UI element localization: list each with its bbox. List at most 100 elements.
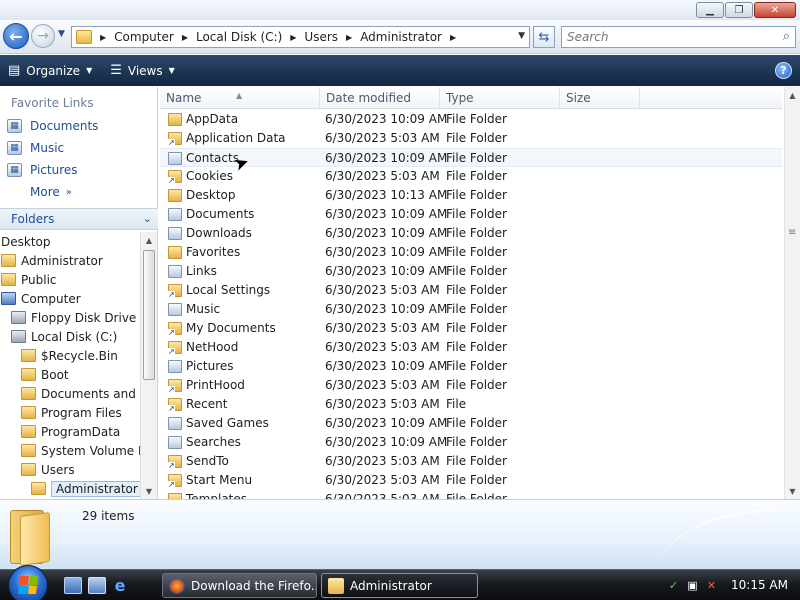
favorite-link-label: Documents: [30, 119, 99, 133]
search-icon[interactable]: ⌕: [783, 29, 790, 44]
organize-button[interactable]: ▤ Organize ▼: [8, 63, 92, 78]
tree-item[interactable]: Public: [0, 270, 140, 289]
network-icon[interactable]: ▣: [685, 578, 700, 593]
scroll-up-icon[interactable]: ▲: [785, 87, 800, 103]
show-desktop-icon[interactable]: [64, 577, 82, 594]
special-folder-icon: [168, 227, 182, 240]
cell-date: 6/30/2023 10:09 AM: [325, 435, 448, 449]
search-input[interactable]: [567, 30, 767, 44]
more-links-button[interactable]: More »: [0, 181, 157, 203]
close-button[interactable]: ✕: [754, 2, 796, 18]
breadcrumb-item[interactable]: Computer: [114, 30, 174, 44]
table-row[interactable]: NetHood 6/30/2023 5:03 AM File Folder: [160, 338, 782, 357]
tree-item[interactable]: Administrator: [0, 479, 140, 498]
table-row[interactable]: Contacts 6/30/2023 10:09 AM File Folder: [160, 148, 782, 167]
chevron-right-icon[interactable]: ▶: [450, 33, 456, 42]
cell-type: File Folder: [446, 416, 507, 430]
drive-icon: [11, 311, 26, 324]
table-row[interactable]: Music 6/30/2023 10:09 AM File Folder: [160, 300, 782, 319]
cell-type: File Folder: [446, 283, 507, 297]
address-dropdown-icon[interactable]: ▼: [518, 31, 525, 41]
table-row[interactable]: Searches 6/30/2023 10:09 AM File Folder: [160, 433, 782, 452]
chevron-right-icon[interactable]: ▶: [182, 33, 188, 42]
taskbar-button[interactable]: Download the Firefo...: [162, 573, 317, 598]
table-row[interactable]: Application Data 6/30/2023 5:03 AM File Fo…: [160, 129, 782, 148]
back-button[interactable]: ←: [3, 23, 29, 49]
breadcrumb-item[interactable]: Local Disk (C:): [196, 30, 282, 44]
column-header-size[interactable]: Size: [560, 87, 640, 109]
clock[interactable]: 10:15 AM: [731, 578, 788, 592]
views-button[interactable]: ☰ Views ▼: [110, 63, 175, 78]
shortcut-folder-icon: [168, 284, 182, 299]
start-button[interactable]: [8, 565, 48, 600]
scroll-down-icon[interactable]: ▼: [785, 483, 800, 499]
table-row[interactable]: AppData 6/30/2023 10:09 AM File Folder: [160, 110, 782, 129]
maximize-button[interactable]: ❐: [725, 2, 753, 18]
tree-item[interactable]: Local Disk (C:): [0, 327, 140, 346]
chevron-right-icon[interactable]: ▶: [100, 33, 106, 42]
favorite-link-documents[interactable]: ▦ Documents: [0, 115, 157, 137]
table-row[interactable]: Links 6/30/2023 10:09 AM File Folder: [160, 262, 782, 281]
search-box[interactable]: ⌕: [561, 26, 796, 48]
favorite-link-pictures[interactable]: ▦ Pictures: [0, 159, 157, 181]
tree-item-label: $Recycle.Bin: [41, 348, 118, 363]
table-row[interactable]: Start Menu 6/30/2023 5:03 AM File Folder: [160, 471, 782, 490]
file-list-scrollbar[interactable]: ▲ ≡ ▼: [784, 87, 800, 499]
address-bar[interactable]: ▶ Computer ▶ Local Disk (C:) ▶ Users ▶ Administ…: [71, 26, 530, 48]
scroll-thumb[interactable]: [143, 250, 155, 380]
scroll-up-icon[interactable]: ▲: [141, 232, 157, 248]
shortcut-folder-icon: [168, 379, 182, 394]
volume-muted-icon[interactable]: ✕: [704, 578, 719, 593]
folder-tree-scrollbar[interactable]: ▲ ▼: [140, 232, 157, 499]
switch-windows-icon[interactable]: [88, 577, 106, 594]
tree-item[interactable]: Documents and Settings: [0, 384, 140, 403]
network-check-icon[interactable]: ✓: [666, 578, 681, 593]
taskbar-button[interactable]: Administrator: [321, 573, 478, 598]
table-row[interactable]: Recent 6/30/2023 5:03 AM File: [160, 395, 782, 414]
column-header-date[interactable]: Date modified: [320, 87, 440, 109]
forward-button[interactable]: →: [31, 24, 55, 48]
breadcrumb-item[interactable]: Users: [304, 30, 338, 44]
recent-pages-dropdown[interactable]: ▼: [58, 29, 65, 39]
column-header-type[interactable]: Type: [440, 87, 560, 109]
column-header-name[interactable]: Name ▲: [160, 87, 320, 109]
table-row[interactable]: Downloads 6/30/2023 10:09 AM File Folder: [160, 224, 782, 243]
table-row[interactable]: Desktop 6/30/2023 10:13 AM File Folder: [160, 186, 782, 205]
table-row[interactable]: Cookies 6/30/2023 5:03 AM File Folder: [160, 167, 782, 186]
folder-icon: [21, 425, 36, 438]
tree-item[interactable]: $Recycle.Bin: [0, 346, 140, 365]
chevron-right-icon[interactable]: ▶: [346, 33, 352, 42]
folder-icon: [1, 254, 16, 267]
folders-header[interactable]: Folders ⌄: [0, 208, 158, 230]
tree-item[interactable]: Computer: [0, 289, 140, 308]
help-button[interactable]: ?: [775, 62, 792, 79]
scroll-down-icon[interactable]: ▼: [141, 483, 157, 499]
tree-item[interactable]: Program Files: [0, 403, 140, 422]
tree-item[interactable]: System Volume Information: [0, 441, 140, 460]
drive-icon: [11, 330, 26, 343]
table-row[interactable]: PrintHood 6/30/2023 5:03 AM File Folder: [160, 376, 782, 395]
favorite-link-music[interactable]: ▦ Music: [0, 137, 157, 159]
tree-item[interactable]: Floppy Disk Drive (A:): [0, 308, 140, 327]
internet-explorer-icon[interactable]: e: [111, 577, 129, 594]
breadcrumb-item[interactable]: Administrator: [360, 30, 442, 44]
minimize-button[interactable]: ▁: [696, 2, 724, 18]
scroll-grip-icon[interactable]: ≡: [788, 227, 796, 238]
tree-item[interactable]: Desktop: [0, 232, 140, 251]
table-row[interactable]: Favorites 6/30/2023 10:09 AM File Folder: [160, 243, 782, 262]
organize-icon: ▤: [8, 63, 21, 78]
table-row[interactable]: Documents 6/30/2023 10:09 AM File Folder: [160, 205, 782, 224]
tree-item[interactable]: Boot: [0, 365, 140, 384]
table-row[interactable]: Local Settings 6/30/2023 5:03 AM File Fold…: [160, 281, 782, 300]
table-row[interactable]: SendTo 6/30/2023 5:03 AM File Folder: [160, 452, 782, 471]
table-row[interactable]: My Documents 6/30/2023 5:03 AM File Folder: [160, 319, 782, 338]
table-row[interactable]: Pictures 6/30/2023 10:09 AM File Folder: [160, 357, 782, 376]
tree-item[interactable]: Administrator: [0, 251, 140, 270]
table-row[interactable]: Saved Games 6/30/2023 10:09 AM File Folder: [160, 414, 782, 433]
chevron-right-icon[interactable]: ▶: [290, 33, 296, 42]
tree-item-label: Administrator: [51, 480, 140, 497]
tree-item[interactable]: ProgramData: [0, 422, 140, 441]
tree-item[interactable]: Users: [0, 460, 140, 479]
table-row[interactable]: Templates 6/30/2023 5:03 AM File Folder: [160, 490, 782, 499]
refresh-button[interactable]: ⇆: [533, 26, 555, 48]
